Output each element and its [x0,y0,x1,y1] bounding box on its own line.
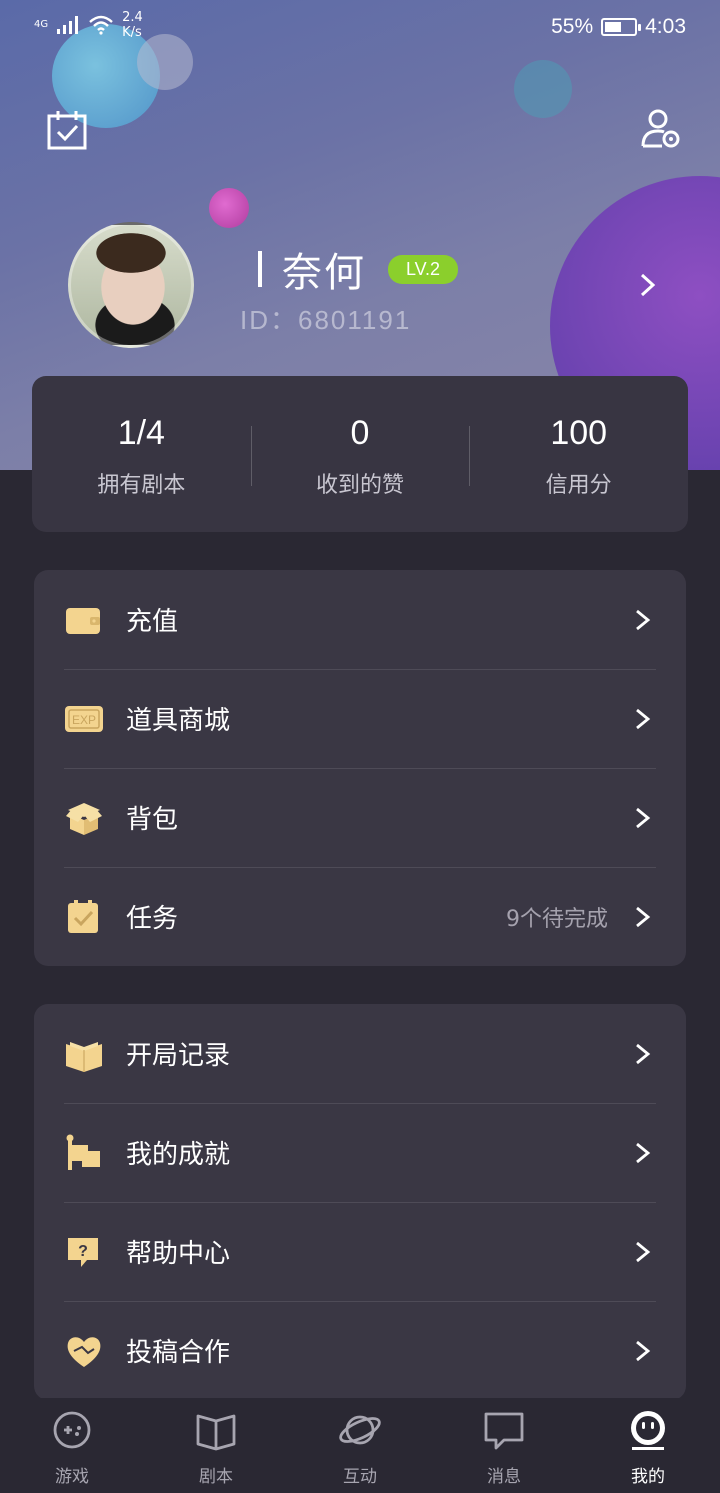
menu-card-wallet: 充值 EXP 道具商城 背包 任务 9个待完成 [34,570,686,966]
nav-tab-games[interactable]: 游戏 [0,1398,144,1493]
exp-ticket-icon: EXP [65,705,103,732]
calendar-check-icon[interactable] [45,108,89,152]
nav-label: 互动 [343,1467,377,1487]
chevron-right-icon [636,1241,651,1262]
chevron-right-icon [636,906,651,927]
menu-item-game-records[interactable]: 开局记录 [34,1004,686,1103]
handshake-heart-icon [67,1336,101,1367]
profile-name-row: 奈何 LV.2 [258,240,459,298]
chat-icon [484,1412,524,1450]
stat-credit[interactable]: 100 信用分 [469,376,688,532]
stat-label: 拥有剧本 [97,473,186,498]
net-speed-unit: K/s [122,25,142,40]
menu-item-label: 任务 [126,904,179,934]
nav-tab-interact[interactable]: 互动 [288,1398,432,1493]
nav-tab-mine[interactable]: 我的 [576,1398,720,1493]
menu-item-help[interactable]: ? 帮助中心 [34,1202,686,1301]
stat-label: 信用分 [545,473,612,498]
menu-item-label: 道具商城 [126,706,231,736]
stat-value: 0 [350,414,370,452]
menu-item-backpack[interactable]: 背包 [34,768,686,867]
menu-item-label: 背包 [126,805,179,835]
signal-icon [57,16,79,34]
stat-value: 100 [550,414,608,452]
nav-label: 消息 [487,1467,521,1487]
face-icon [631,1411,665,1450]
profile-chevron-right-icon[interactable] [636,272,660,298]
menu-item-label: 投稿合作 [126,1338,231,1368]
stat-likes[interactable]: 0 收到的赞 [250,376,470,532]
nav-label: 剧本 [199,1467,233,1487]
stat-label: 收到的赞 [316,473,405,498]
menu-item-contribute[interactable]: 投稿合作 [34,1301,686,1400]
chevron-right-icon [636,807,651,828]
decor-bubble [514,60,572,118]
battery-text: 55% [551,15,594,38]
task-check-icon [68,899,98,933]
menu-item-achievements[interactable]: 我的成就 [34,1103,686,1202]
nav-label: 游戏 [55,1467,89,1487]
net-speed: 2.4 K/s [122,10,143,40]
chevron-right-icon [636,1142,651,1163]
battery-icon [601,18,642,36]
nav-label: 我的 [631,1467,665,1487]
chevron-right-icon [636,609,651,630]
wallet-icon [66,607,100,634]
menu-item-shop[interactable]: EXP 道具商城 [34,669,686,768]
menu-item-label: 帮助中心 [126,1239,231,1269]
pending-tasks-count: 9个待完成 [506,906,608,932]
chevron-right-icon [636,708,651,729]
gamepad-icon [53,1411,91,1449]
user-id: ID：6801191 [240,305,412,335]
flag-icon [66,1134,100,1170]
clock: 4:03 [645,15,686,38]
wifi-icon [89,15,113,35]
menu-item-label: 充值 [126,607,179,637]
bottom-nav: 游戏 剧本 互动 消息 我的 [0,1398,720,1493]
menu-card-more: 开局记录 我的成就 ? 帮助中心 投稿合作 [34,1004,686,1400]
stats-card: 1/4 拥有剧本 0 收到的赞 100 信用分 [32,376,688,532]
net-speed-value: 2.4 [122,10,143,25]
open-book-icon [66,1041,102,1072]
svg-text:?: ? [78,1243,88,1260]
menu-item-recharge[interactable]: 充值 [34,570,686,669]
stat-scripts[interactable]: 1/4 拥有剧本 [32,376,251,532]
menu-item-label: 开局记录 [126,1041,231,1071]
chevron-right-icon [636,1340,651,1361]
help-bubble-icon: ? [68,1237,98,1267]
open-box-icon [66,802,102,835]
name-accent-bar [258,251,262,287]
book-icon [196,1414,236,1451]
network-type: 4G [34,19,49,30]
status-bar: 4G 2.4 K/s 55% 4:03 [0,0,720,52]
nav-tab-messages[interactable]: 消息 [432,1398,576,1493]
avatar[interactable] [68,222,194,348]
chevron-right-icon [636,1043,651,1064]
user-name: 奈何 [282,250,366,296]
stat-value: 1/4 [117,414,165,452]
menu-item-tasks[interactable]: 任务 9个待完成 [34,867,686,966]
svg-text:EXP: EXP [72,713,96,727]
level-badge: LV.2 [388,254,459,284]
nav-tab-scripts[interactable]: 剧本 [144,1398,288,1493]
planet-icon [339,1415,381,1445]
user-settings-icon[interactable] [638,106,682,150]
decor-bubble [209,188,249,228]
menu-item-label: 我的成就 [126,1140,231,1170]
